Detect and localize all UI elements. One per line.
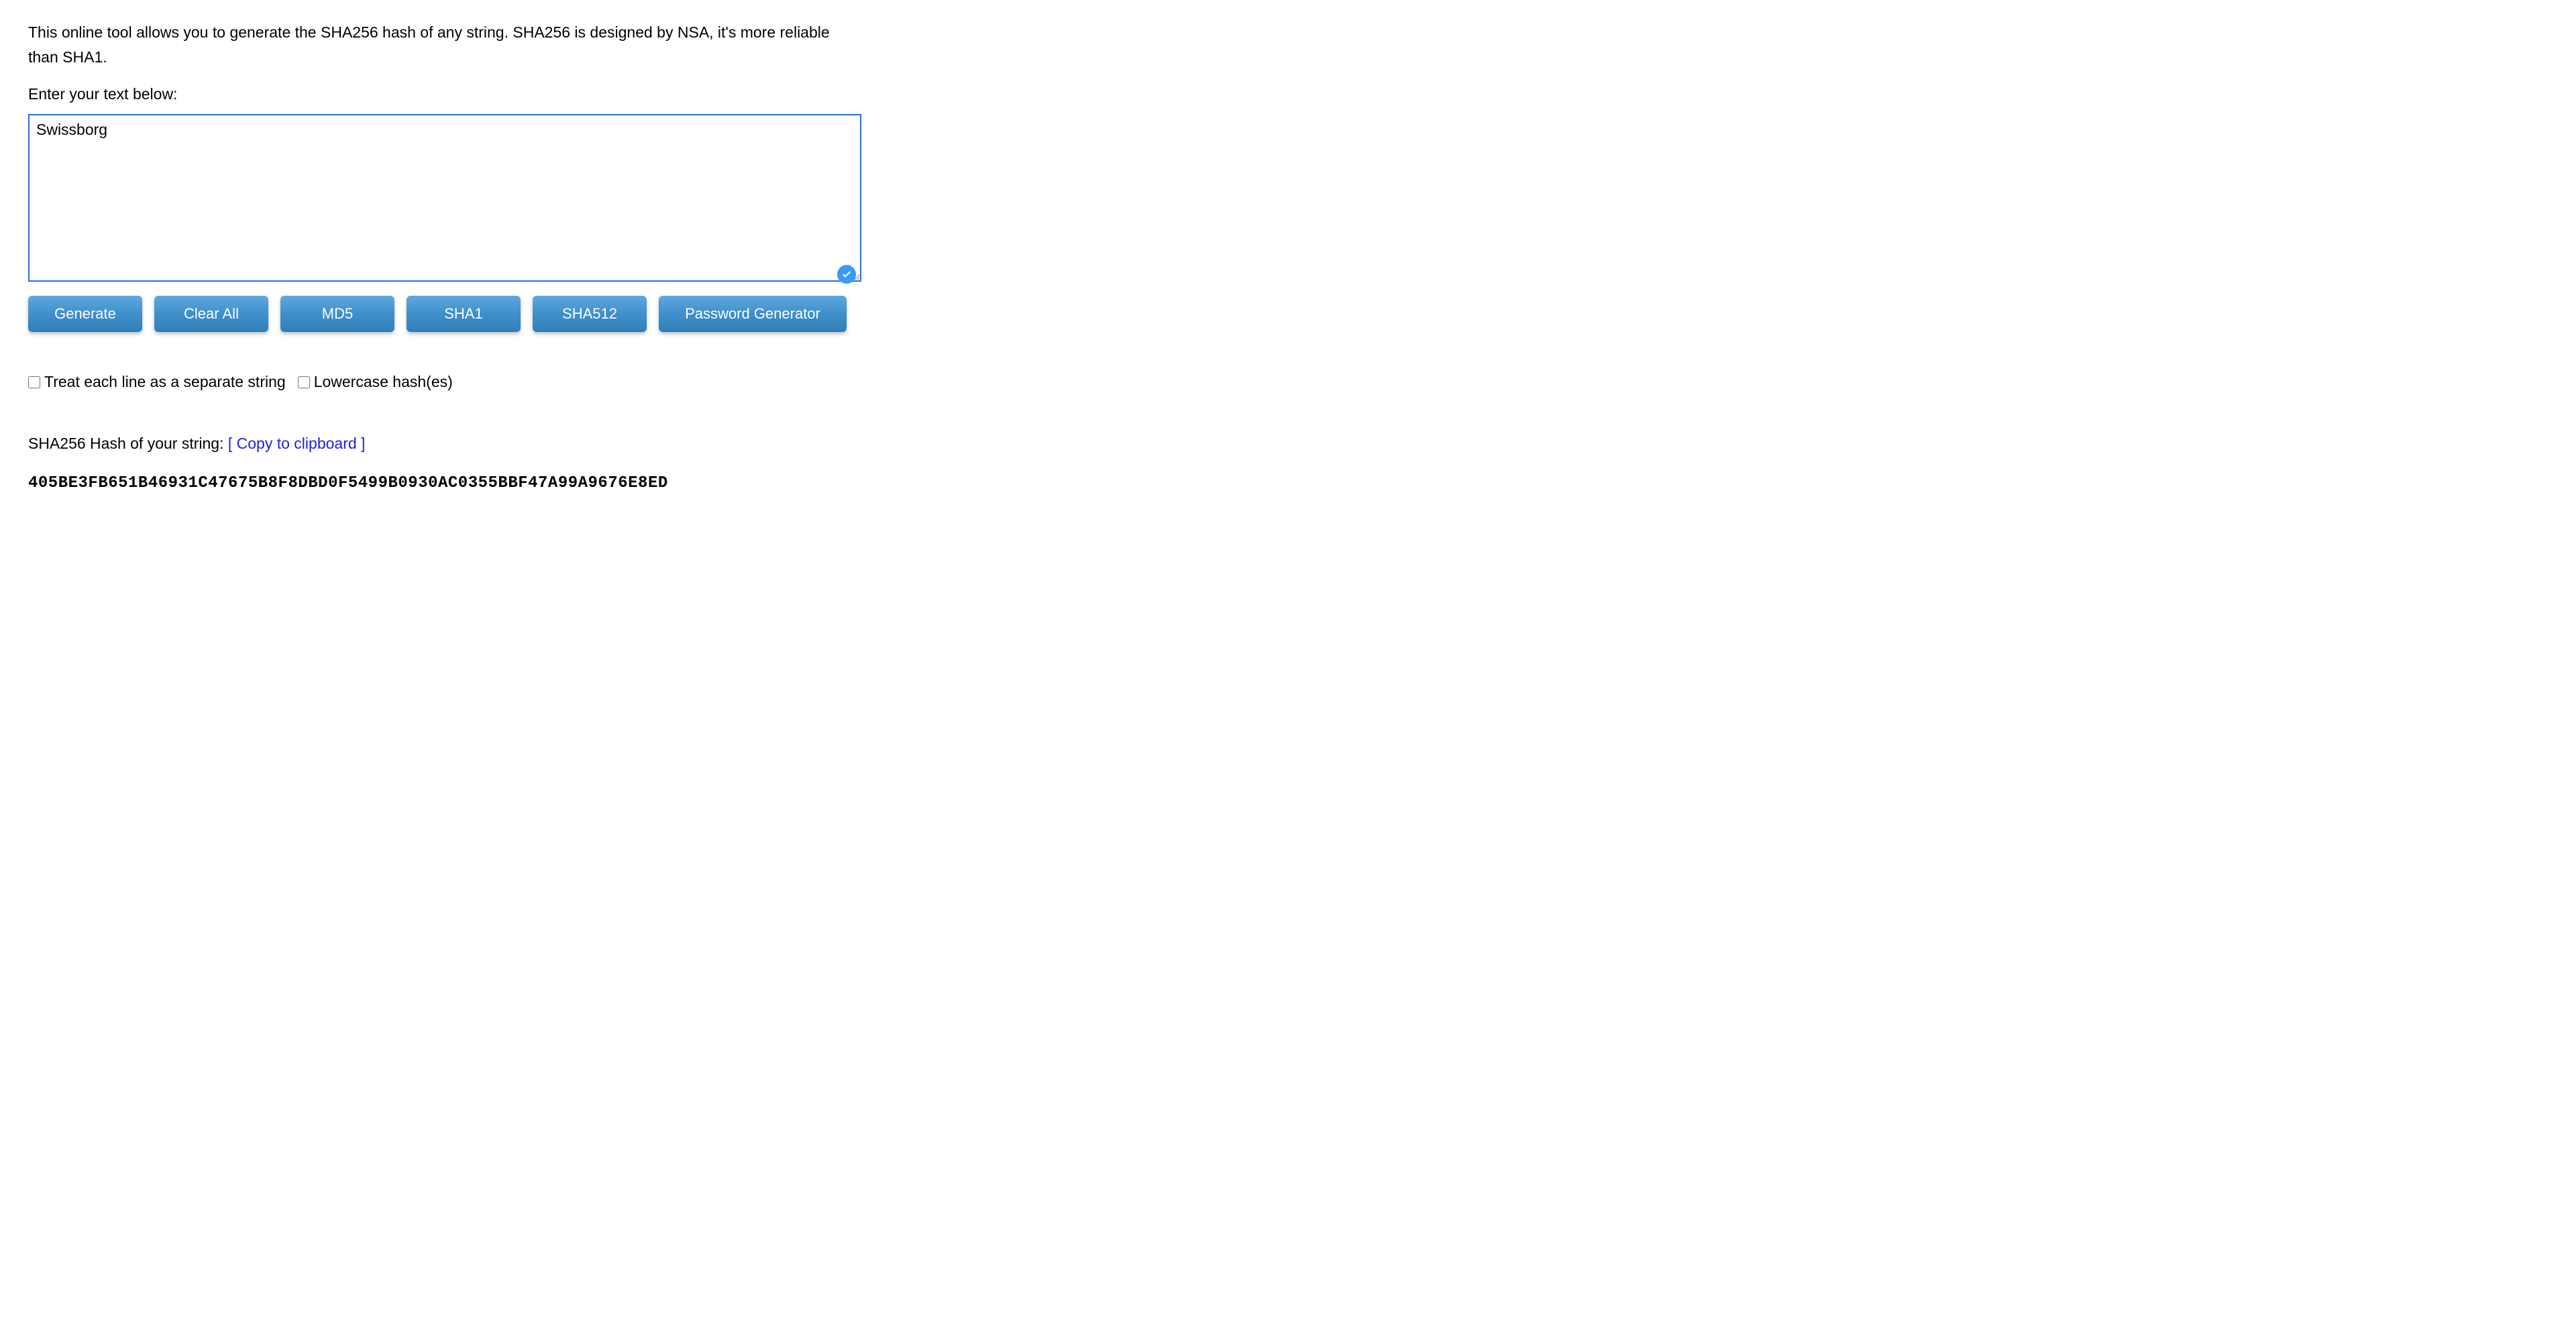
result-label-line: SHA256 Hash of your string: [ Copy to cl… — [28, 431, 2548, 456]
treat-each-line-option[interactable]: Treat each line as a separate string — [28, 370, 286, 394]
input-valid-check-icon — [837, 265, 856, 284]
md5-button[interactable]: MD5 — [280, 296, 394, 332]
hash-input[interactable] — [28, 114, 861, 282]
sha1-button[interactable]: SHA1 — [407, 296, 521, 332]
intro-text: This online tool allows you to generate … — [28, 20, 860, 70]
treat-each-line-label: Treat each line as a separate string — [44, 370, 286, 394]
treat-each-line-checkbox[interactable] — [28, 376, 40, 388]
input-prompt-label: Enter your text below: — [28, 82, 2548, 107]
lowercase-checkbox[interactable] — [298, 376, 310, 388]
lowercase-label: Lowercase hash(es) — [314, 370, 453, 394]
hash-output: 405BE3FB651B46931C47675B8F8DBD0F5499B093… — [28, 471, 2548, 496]
clear-all-button[interactable]: Clear All — [154, 296, 268, 332]
sha512-button[interactable]: SHA512 — [533, 296, 647, 332]
password-generator-button[interactable]: Password Generator — [659, 296, 847, 332]
copy-to-clipboard-link[interactable]: [ Copy to clipboard ] — [228, 435, 366, 452]
lowercase-option[interactable]: Lowercase hash(es) — [298, 370, 453, 394]
generate-button[interactable]: Generate — [28, 296, 142, 332]
result-label-prefix: SHA256 Hash of your string: — [28, 435, 228, 452]
